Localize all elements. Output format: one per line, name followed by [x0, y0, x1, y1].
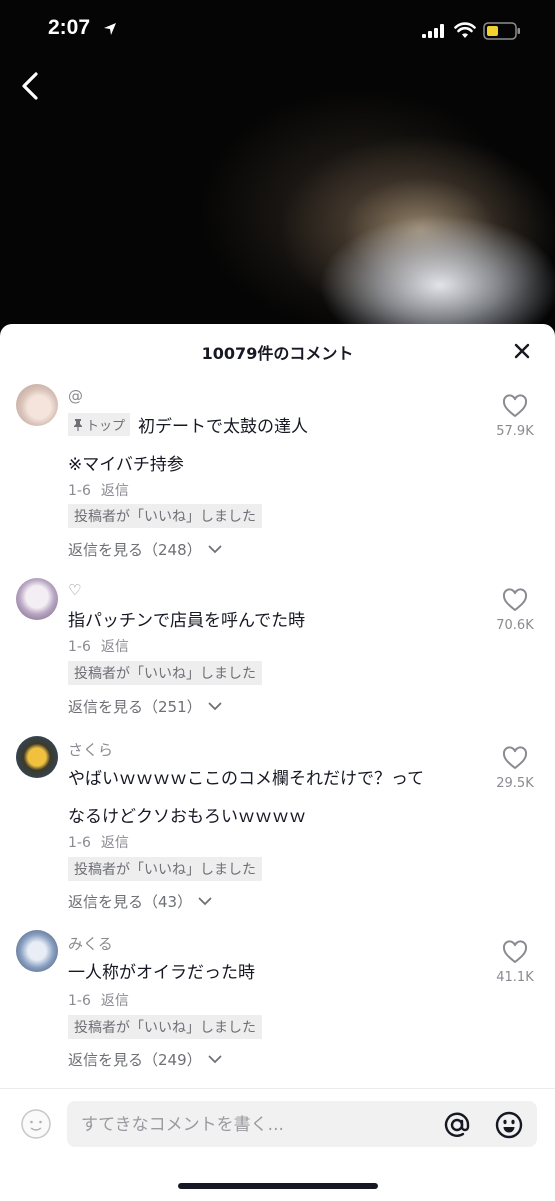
wifi-icon — [454, 22, 476, 38]
pinned-top-label: トップ — [86, 419, 126, 434]
comment-date: 1-6 — [68, 835, 91, 851]
comments-count-title: 10079件のコメント — [201, 344, 354, 363]
creator-liked-badge: 投稿者が「いいね」しました — [68, 661, 262, 685]
comment-meta: 1-6 返信 — [68, 480, 129, 500]
comment-text: 一人称がオイラだった時 — [68, 963, 255, 983]
creator-liked-badge: 投稿者が「いいね」しました — [68, 857, 262, 881]
creator-liked-badge: 投稿者が「いいね」しました — [68, 504, 262, 528]
view-replies-button[interactable]: 返信を見る（43） — [68, 891, 212, 912]
chevron-down-icon — [208, 702, 222, 711]
view-replies-label: 返信を見る（43） — [68, 893, 193, 911]
comment-text-line-2: ※マイバチ持参 — [68, 455, 184, 475]
battery-icon — [483, 22, 520, 40]
back-chevron-icon[interactable] — [14, 66, 48, 106]
comment-input[interactable] — [79, 1101, 443, 1149]
reply-button[interactable]: 返信 — [101, 835, 129, 851]
smiley-icon[interactable] — [495, 1111, 523, 1139]
comment-meta: 1-6 返信 — [68, 636, 129, 656]
like-button[interactable]: 70.6K — [485, 588, 545, 633]
heart-outline-icon — [502, 394, 528, 417]
reply-button[interactable]: 返信 — [101, 993, 129, 1009]
comment-text-line-2: なるけどクソおもろいｗｗｗｗ — [68, 807, 306, 827]
comment-date: 1-6 — [68, 483, 91, 499]
like-button[interactable]: 57.9K — [485, 394, 545, 439]
comment-text-line: 初デートで太鼓の達人 — [138, 417, 309, 437]
comment-text: 指パッチンで店員を呼んでた時 — [68, 611, 306, 631]
view-replies-label: 返信を見る（249） — [68, 1051, 202, 1069]
chevron-down-icon — [208, 545, 222, 554]
comment-meta: 1-6 返信 — [68, 990, 129, 1010]
avatar[interactable] — [16, 930, 58, 972]
comment-date: 1-6 — [68, 993, 91, 1009]
like-button[interactable]: 41.1K — [485, 940, 545, 985]
like-count: 41.1K — [496, 970, 534, 985]
home-indicator — [178, 1183, 378, 1189]
user-avatar-icon[interactable] — [20, 1108, 52, 1140]
like-count: 29.5K — [496, 776, 534, 791]
chevron-down-icon — [208, 1055, 222, 1064]
at-sign-icon[interactable] — [443, 1111, 471, 1139]
heart-outline-icon — [502, 940, 528, 963]
comments-sheet: 10079件のコメント @ トップ 初デートで太鼓の達人 ※マイバチ持参 1-6… — [0, 324, 555, 1200]
close-icon[interactable] — [512, 341, 532, 361]
avatar[interactable] — [16, 578, 58, 620]
view-replies-button[interactable]: 返信を見る（249） — [68, 1049, 222, 1070]
status-bar: 2:07 — [0, 0, 555, 60]
comment-date: 1-6 — [68, 639, 91, 655]
comment-username[interactable]: さくら — [68, 739, 113, 760]
status-time: 2:07 — [48, 16, 91, 39]
comment-username[interactable]: みくる — [68, 933, 113, 954]
heart-outline-icon — [502, 746, 528, 769]
reply-button[interactable]: 返信 — [101, 483, 129, 499]
location-arrow-icon — [104, 23, 116, 35]
comment-input-bar — [0, 1088, 555, 1201]
view-replies-label: 返信を見る（251） — [68, 698, 202, 716]
avatar[interactable] — [16, 384, 58, 426]
comment-meta: 1-6 返信 — [68, 832, 129, 852]
comment-text: やばいｗｗｗｗここのコメ欄それだけで？って — [68, 769, 425, 789]
heart-outline-icon — [502, 588, 528, 611]
creator-liked-badge: 投稿者が「いいね」しました — [68, 1015, 262, 1039]
comment-username[interactable]: ♡ — [68, 581, 81, 599]
chevron-down-icon — [198, 897, 212, 906]
like-count: 57.9K — [496, 424, 534, 439]
view-replies-label: 返信を見る（248） — [68, 541, 202, 559]
reply-button[interactable]: 返信 — [101, 639, 129, 655]
pin-icon — [74, 419, 82, 431]
view-replies-button[interactable]: 返信を見る（248） — [68, 539, 222, 560]
comment-input-container[interactable] — [67, 1101, 537, 1149]
signal-icon — [422, 24, 444, 38]
comment-username[interactable]: @ — [68, 387, 83, 405]
like-button[interactable]: 29.5K — [485, 746, 545, 791]
like-count: 70.6K — [496, 618, 534, 633]
avatar[interactable] — [16, 736, 58, 778]
view-replies-button[interactable]: 返信を見る（251） — [68, 696, 222, 717]
pinned-top-tag: トップ — [68, 413, 131, 436]
comment-text: トップ 初デートで太鼓の達人 — [68, 412, 308, 437]
